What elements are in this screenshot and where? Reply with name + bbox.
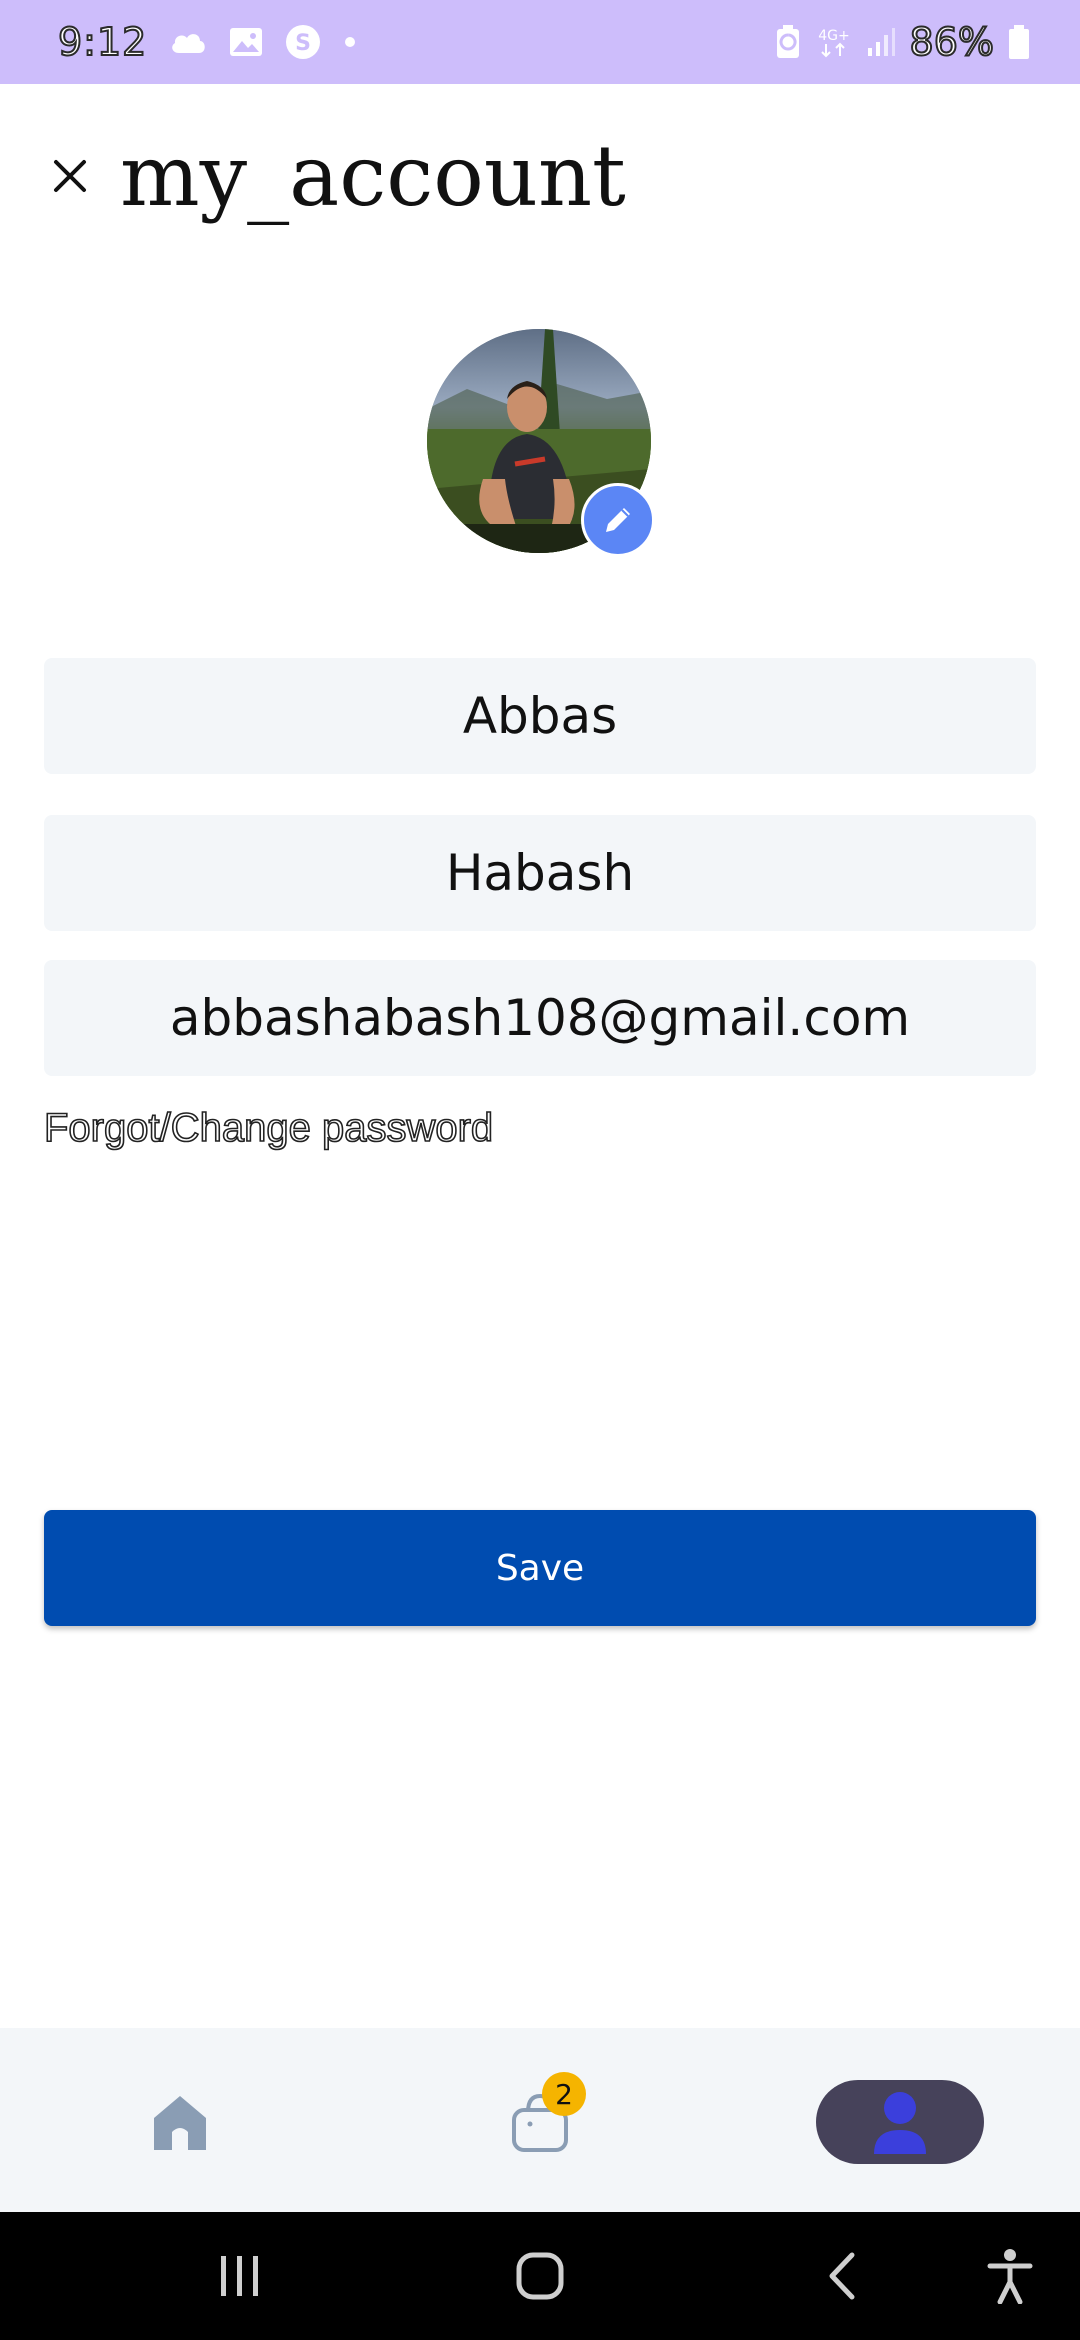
accessibility-button[interactable] [970,2212,1050,2340]
close-icon [54,160,86,192]
email-field[interactable]: abbashabash108@gmail.com [44,960,1036,1076]
battery-percentage: 86% [909,19,995,65]
forgot-password-link[interactable]: Forgot/Change password [43,1105,494,1151]
signal-icon [866,26,896,58]
avatar-container [427,329,655,557]
nav-home[interactable] [130,2080,230,2164]
status-bar: 9:12 S 4G+ 86% [0,0,1080,84]
first-name-field[interactable]: Abbas [44,658,1036,774]
pencil-icon [606,508,630,532]
last-name-value: Habash [445,844,635,902]
last-name-field[interactable]: Habash [44,815,1036,931]
edit-avatar-button[interactable] [581,483,655,557]
status-time: 9:12 [57,19,148,65]
page-title: my_account [120,127,626,225]
save-button[interactable]: Save [44,1510,1036,1626]
first-name-value: Abbas [462,687,618,745]
system-nav-bar [0,2212,1080,2340]
bottom-nav: 2 [0,2028,1080,2212]
network-4g-icon: 4G+ [816,24,852,60]
back-button[interactable] [802,2212,882,2340]
close-button[interactable] [44,150,96,202]
cloud-icon [169,29,207,55]
back-icon [829,2252,855,2300]
battery-saver-icon [774,24,802,60]
home-button-icon [516,2252,564,2300]
status-left: 9:12 S [57,0,357,84]
recent-apps-button[interactable] [200,2212,280,2340]
cart-badge: 2 [542,2072,586,2116]
status-right: 4G+ 86% [774,0,1030,84]
save-button-label: Save [495,1547,585,1589]
home-system-button[interactable] [500,2212,580,2340]
recent-apps-icon [221,2256,258,2296]
header: my_account [44,134,626,218]
profile-icon [874,2092,926,2154]
s-app-icon: S [285,24,321,60]
home-icon [154,2096,206,2150]
svg-text:4G+: 4G+ [818,28,850,44]
svg-text:S: S [295,31,311,56]
email-value: abbashabash108@gmail.com [169,989,911,1047]
dot-icon [343,35,357,49]
nav-profile[interactable] [816,2080,984,2164]
gallery-icon [229,27,263,57]
accessibility-icon [987,2249,1033,2304]
main-content: my_account Abbas Habash abbashabash108@g… [0,84,1080,2028]
nav-cart[interactable]: 2 [490,2072,590,2164]
battery-icon [1008,24,1030,60]
